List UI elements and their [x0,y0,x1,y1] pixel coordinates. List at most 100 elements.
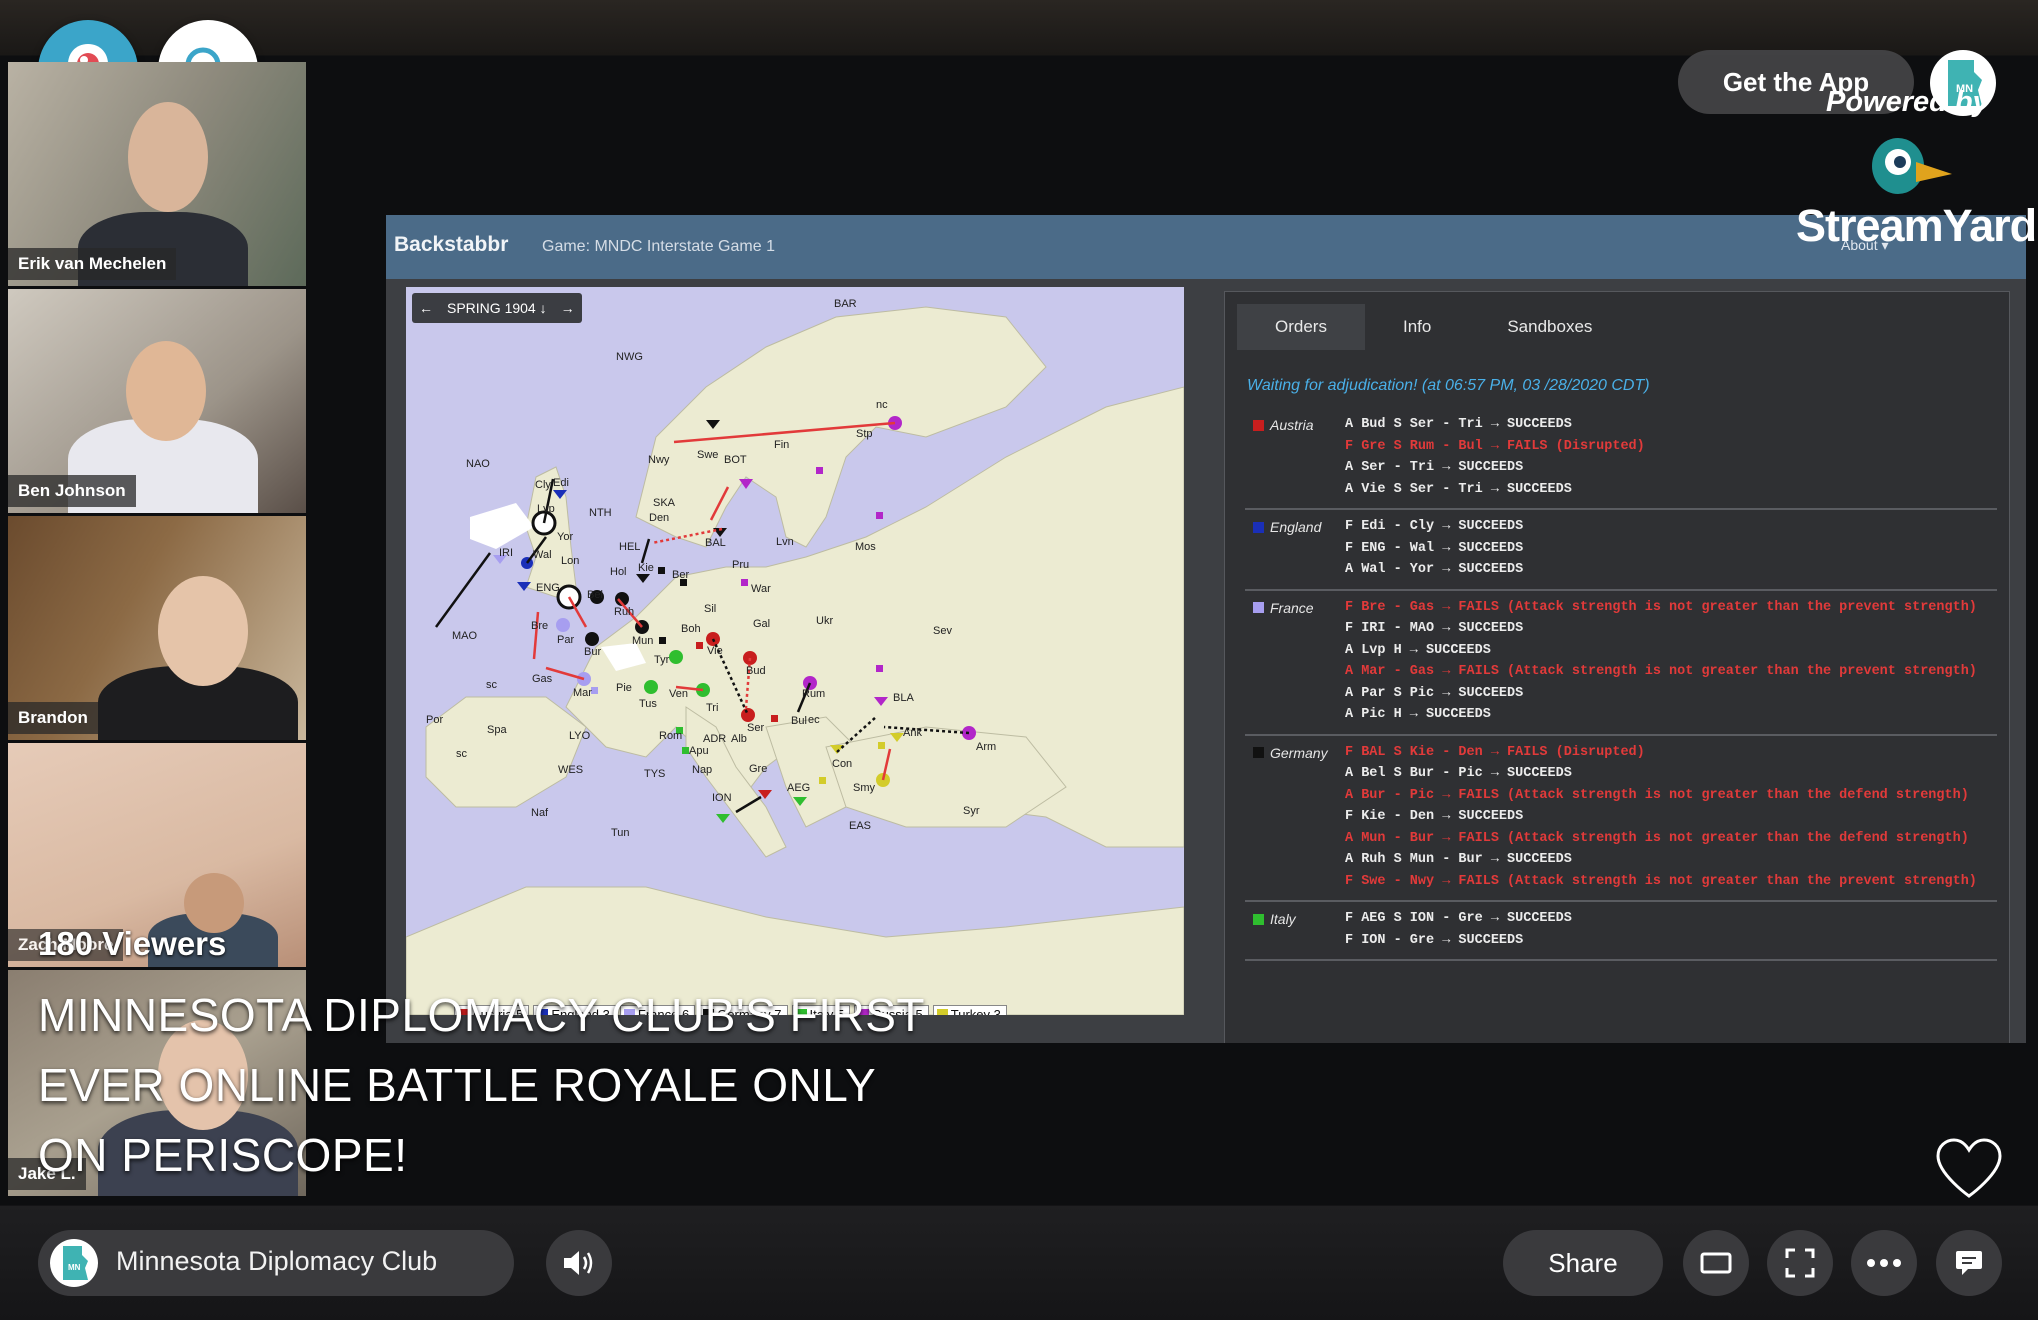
svg-text:MN: MN [68,1263,81,1272]
map-label: IRI [499,547,513,559]
map-label: Mar [573,687,592,699]
tab-sandboxes[interactable]: Sandboxes [1469,304,1630,350]
power-color-swatch [1253,602,1264,613]
map-label: NTH [589,507,612,519]
minnesota-logo-icon: MN [63,1246,88,1280]
next-season-icon[interactable]: → [554,300,582,316]
webcam-face [158,576,248,686]
map-label: sc [456,748,468,760]
map-label: Hol [610,566,627,578]
map-label: Spa [487,724,507,736]
more-options-button[interactable] [1851,1230,1917,1296]
map-label: Naf [531,807,549,819]
map-label: Bel [587,589,603,601]
order-line: F AEG S ION - Gre → SUCCEEDS [1345,911,1572,926]
map-label: Boh [681,623,701,635]
map-label: Lvp [537,503,555,515]
map-label: Mun [632,635,653,647]
order-line: F Gre S Rum - Bul → FAILS (Disrupted) [1345,438,1645,454]
map-label: Sil [704,603,716,615]
map-label: Ven [669,688,688,700]
map-label: Bur [584,646,601,658]
season-control[interactable]: ← SPRING 1904 ↓ → [412,293,582,323]
map-label: Swe [697,449,718,461]
map-label: Arm [976,741,996,753]
map-label: Tun [611,827,630,839]
map-label: NAO [466,458,490,470]
map-label: Ber [672,569,689,581]
diplomacy-map[interactable]: BAR NWG NAO Stp Fin Nwy Swe BOT Cly Edi … [406,287,1184,1015]
order-line: A Ser - Tri → SUCCEEDS [1345,460,1524,475]
map-label: Ser [747,722,764,734]
heart-icon[interactable] [1934,1136,2004,1200]
map-label: Sev [933,625,952,637]
backstabbr-logo[interactable]: Backstabbr [394,233,508,257]
map-label: Nwy [648,454,670,466]
backstabbr-window: Backstabbr Game: MNDC Interstate Game 1 … [386,215,2026,1043]
map-label: Bud [746,665,766,677]
map-label: Kie [638,562,654,574]
power-name: Italy [1253,911,1296,927]
prev-season-icon[interactable]: ← [412,300,440,316]
chat-icon [1956,1251,1982,1275]
power-label: Austria [1270,417,1314,433]
map-label: sc [486,679,498,691]
order-line: A Par S Pic → SUCCEEDS [1345,685,1524,701]
power-label: Germany [1270,744,1328,761]
powered-by-label: Powered by [1826,86,1989,118]
map-label: Lvn [776,536,794,548]
share-button[interactable]: Share [1503,1230,1663,1296]
power-name: Germany [1253,745,1328,761]
broadcast-title: MINNESOTA DIPLOMACY CLUB'S FIRST EVER ON… [38,989,925,1181]
order-line: A Bur - Pic → FAILS (Attack strength is … [1345,787,1969,803]
map-label: TYS [644,768,665,780]
map-label: Mos [855,541,876,553]
order-line: A Wal - Yor → SUCCEEDS [1345,562,1524,577]
map-label: Por [426,714,443,726]
theater-mode-icon [1700,1252,1732,1274]
fullscreen-button[interactable] [1767,1230,1833,1296]
power-name: France [1253,600,1314,616]
webcam-face [184,873,244,933]
map-label: BOT [724,454,747,466]
map-label: Pru [732,559,749,571]
map-label: Fin [774,439,789,451]
power-orders-germany: Germany F BAL S Kie - Den → FAILS (Disrup… [1245,736,1997,902]
chat-button[interactable] [1936,1230,2002,1296]
tab-orders[interactable]: Orders [1237,304,1365,350]
power-name: Austria [1253,417,1314,433]
theater-mode-button[interactable] [1683,1230,1749,1296]
order-line: A Lvp H → SUCCEEDS [1345,642,1491,658]
power-orders-france: France F Bre - Gas → FAILS (Attack streng… [1245,591,1997,736]
channel-pill[interactable]: MN Minnesota Diplomacy Club [38,1230,514,1296]
season-label[interactable]: SPRING 1904 ↓ [440,300,554,316]
map-label: Ank [903,727,922,739]
map-label: Tus [639,698,657,710]
tab-bar: Orders Info Sandboxes [1237,304,1630,350]
map-label: Ukr [816,615,833,627]
game-title: Game: MNDC Interstate Game 1 [542,238,775,255]
map-label: Smy [853,782,876,794]
order-line: F ION - Gre → SUCCEEDS [1345,932,1524,948]
viewer-count: 180 Viewers [38,925,227,962]
channel-avatar[interactable]: MN [50,1239,98,1287]
order-line: F BAL S Kie - Den → FAILS (Disrupted) [1345,744,1645,760]
order-line: A Bud S Ser - Tri → SUCCEEDS [1345,417,1572,432]
map-label: Bul [791,715,807,727]
order-line: F Kie - Den → SUCCEEDS [1345,809,1524,824]
power-label: Italy [1270,911,1296,927]
volume-button[interactable] [546,1230,612,1296]
order-line: A Mar - Gas → FAILS (Attack strength is … [1345,664,1977,679]
power-orders-austria: Austria A Bud S Ser - Tri → SUCCEEDS F Gre… [1245,408,1997,510]
participant-name: Erik van Mechelen [8,248,177,280]
power-color-swatch [1253,521,1264,533]
channel-name[interactable]: Minnesota Diplomacy Club [116,1246,437,1277]
map-label: Bre [531,620,548,632]
map-label: BLA [893,692,914,704]
map-label: Gre [749,763,767,775]
power-orders-italy: Italy F AEG S ION - Gre → SUCCEEDS F ION -… [1245,902,1997,961]
tab-info[interactable]: Info [1365,304,1469,350]
fullscreen-icon [1785,1248,1815,1278]
streamyard-duck-icon [1872,138,1952,194]
power-color-swatch [1253,747,1264,758]
